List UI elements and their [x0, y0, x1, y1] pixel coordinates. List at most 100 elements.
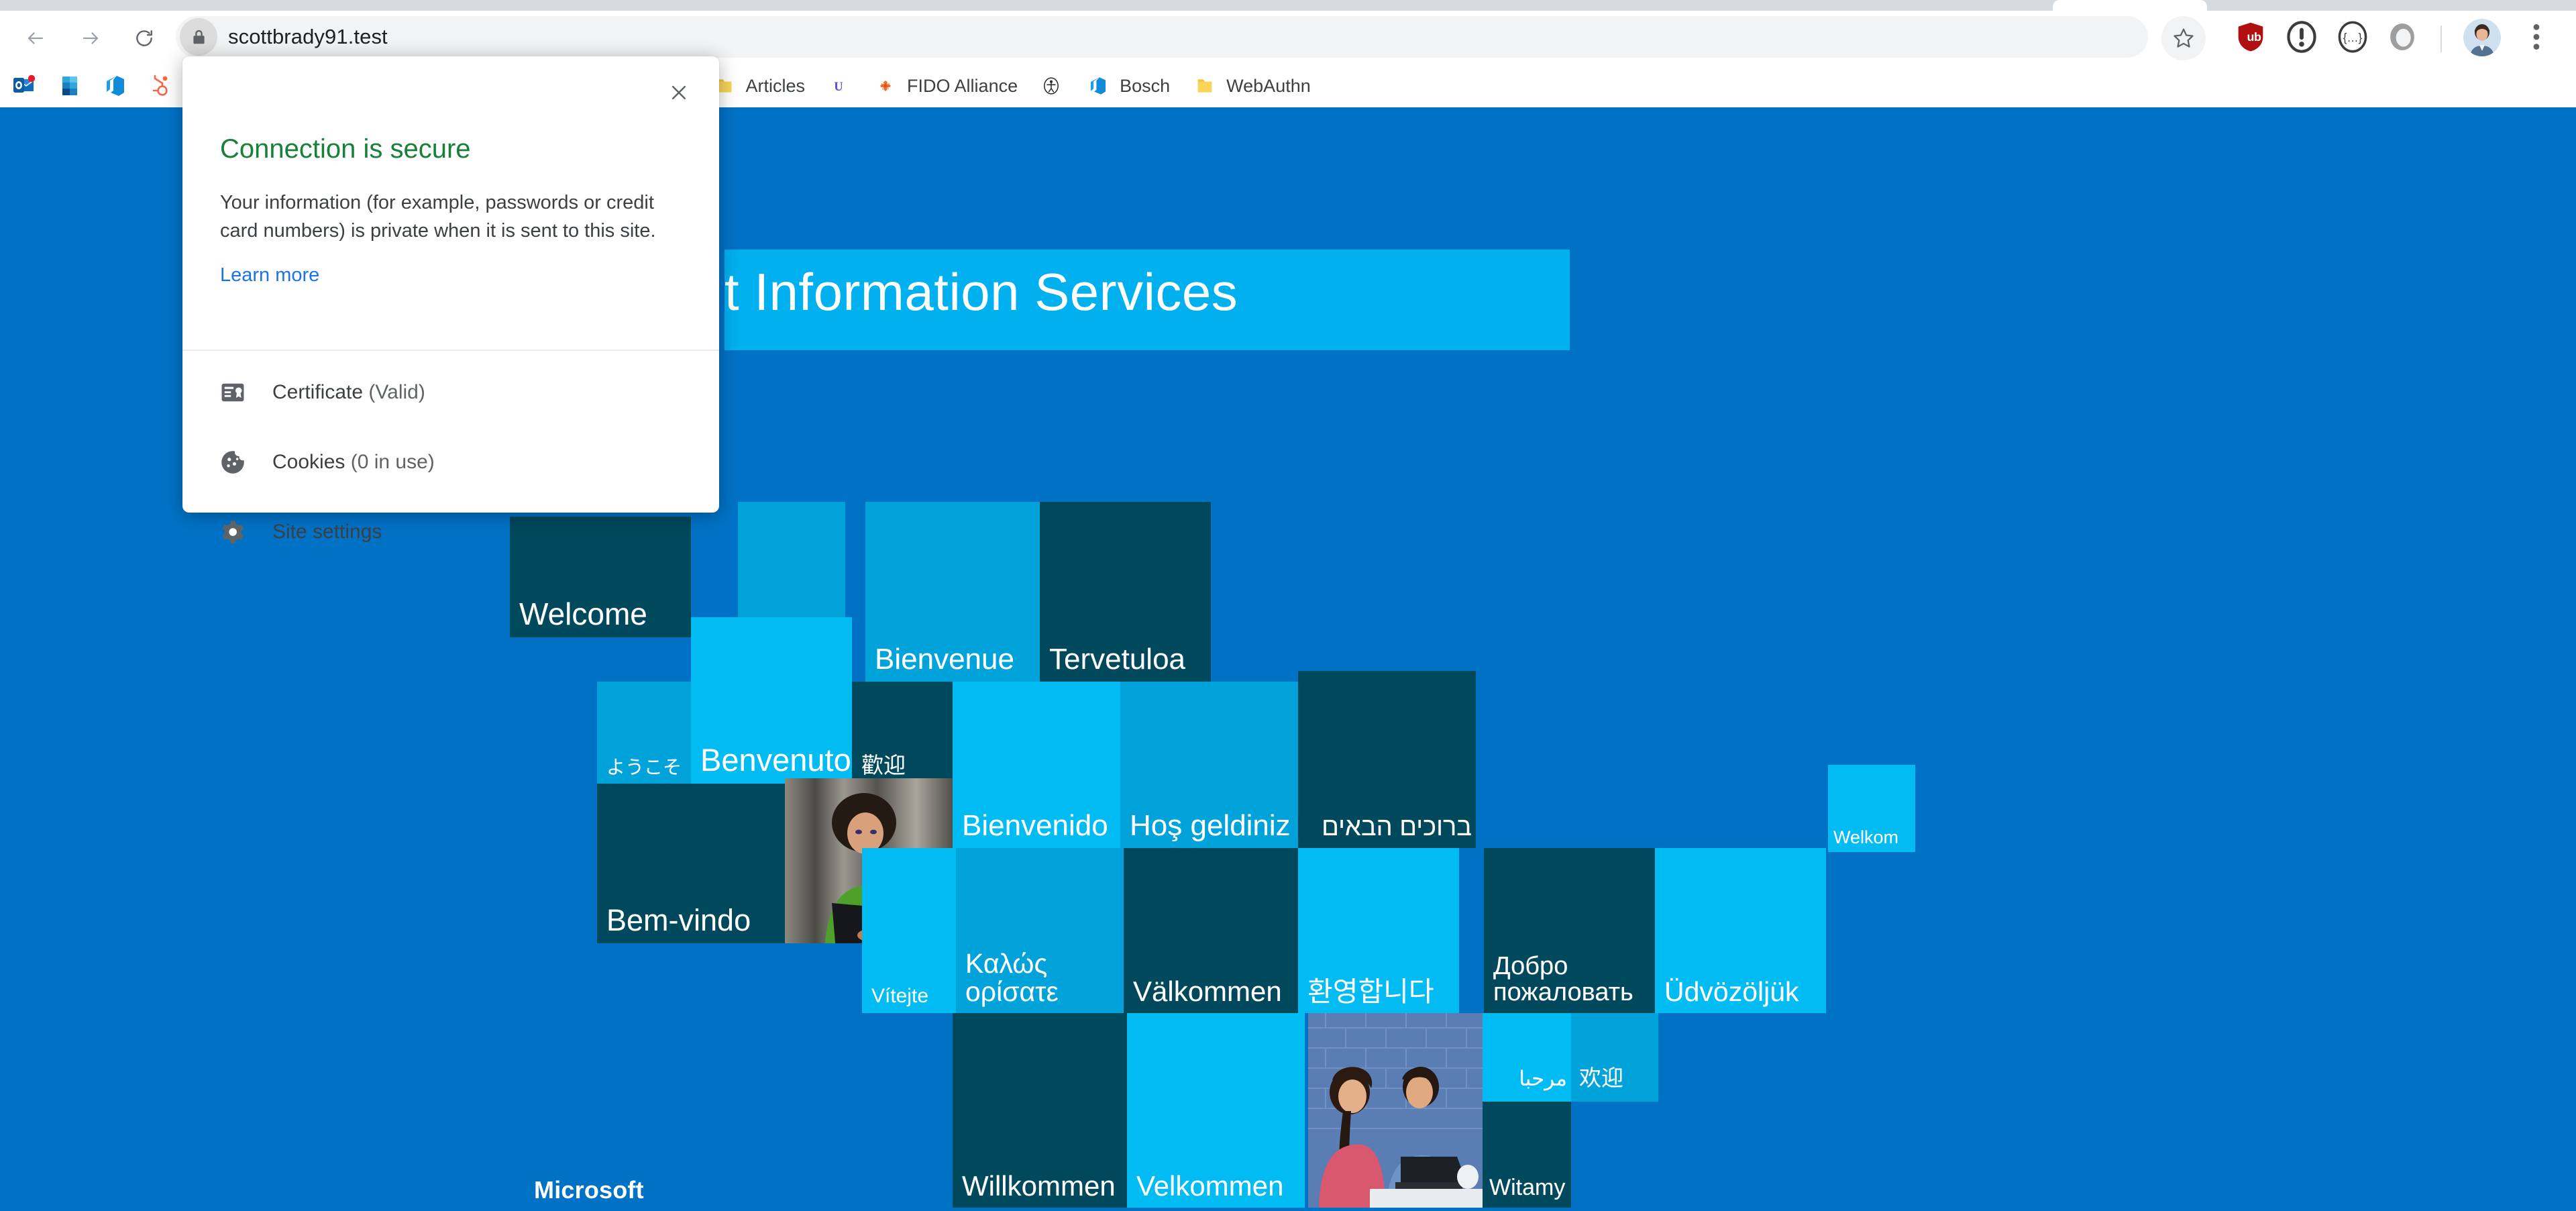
chrome-menu-button[interactable] — [2520, 20, 2553, 54]
arrow-right-icon — [83, 32, 99, 44]
tile-label: Добро пожаловать — [1493, 951, 1633, 1007]
extension-button[interactable] — [2385, 20, 2419, 54]
lock-icon — [193, 30, 205, 44]
tile-chinese-traditional[interactable]: 歡迎 — [852, 682, 953, 784]
url-text: scottbrady91.test — [228, 25, 388, 48]
tile-hungarian[interactable]: Üdvözöljük — [1655, 848, 1826, 1013]
page-banner: t Information Services — [724, 250, 1570, 350]
cookies-row[interactable]: Cookies (0 in use) — [182, 433, 719, 491]
tile-hos-geldiniz[interactable]: Hoş geldiniz — [1120, 682, 1298, 848]
toolbar-divider — [2440, 25, 2442, 52]
tile-label: Bienvenue — [875, 643, 1014, 676]
close-icon — [672, 86, 686, 99]
circle-person-icon — [1038, 72, 1065, 99]
tile-bienvenido[interactable]: Bienvenido — [953, 682, 1120, 848]
tile-label: Üdvözöljük — [1664, 976, 1799, 1008]
tile-benvenuto[interactable]: Benvenuto — [691, 617, 852, 784]
ublock-origin-extension-icon: u b — [2238, 22, 2263, 52]
tile-label: مرحبا — [1519, 1066, 1567, 1090]
certificate-row[interactable]: Certificate (Valid) — [182, 364, 719, 421]
tile-label: Bem-vindo — [606, 903, 751, 938]
bookmark-fido-alliance[interactable]: FIDO Alliance — [863, 67, 1027, 105]
tile-bg — [1211, 502, 1385, 682]
bookmark-label: FIDO Alliance — [907, 75, 1018, 96]
tile-label: Hoş geldiniz — [1130, 809, 1291, 843]
tile-arabic[interactable]: مرحبا — [1483, 1013, 1571, 1102]
1password-extension-button[interactable] — [2285, 20, 2318, 54]
bookmark-office[interactable] — [48, 67, 91, 105]
tile-label: Bienvenido — [962, 809, 1108, 843]
bookmark-circle-person[interactable] — [1030, 67, 1073, 105]
tile-greek[interactable]: Καλώς ορίσατε — [956, 848, 1124, 1013]
tile-label: Witamy — [1489, 1174, 1566, 1200]
microsoft-wordmark: Microsoft — [534, 1176, 644, 1204]
active-tab[interactable] — [2053, 0, 2207, 11]
welcome-photo-two-students — [1308, 1013, 1483, 1208]
back-button[interactable] — [20, 23, 51, 54]
certificate-text: Certificate — [272, 381, 364, 403]
cookie-icon — [219, 448, 247, 476]
chrome-menu-icon — [2533, 24, 2540, 50]
tile-label: Tervetuloa — [1049, 643, 1186, 676]
tile-bienvenue[interactable]: Bienvenue — [865, 502, 1040, 682]
tile-russian[interactable]: Добро пожаловать — [1484, 848, 1655, 1013]
tile-valkommen[interactable]: Välkommen — [1124, 848, 1298, 1013]
browser-window: scottbrady91.test u b {…} Articles U FID… — [0, 0, 2576, 1211]
learn-more-link[interactable]: Learn more — [220, 264, 319, 286]
svg-text:U: U — [834, 80, 843, 94]
site-security-lock-button[interactable] — [180, 18, 217, 56]
bookmark-label: Bosch — [1120, 75, 1171, 96]
tile-bg — [1476, 671, 1630, 848]
avatar-image — [2463, 19, 2501, 56]
json-viewer-extension-icon: {…} — [2338, 21, 2367, 53]
bookmark-bosch[interactable]: Bosch — [1075, 67, 1179, 105]
tile-label: Willkommen — [962, 1170, 1116, 1202]
bookmark-azure-devops[interactable] — [94, 67, 137, 105]
tile-label: Καλώς ορίσατε — [965, 947, 1059, 1008]
cookies-text: Cookies — [272, 451, 345, 473]
certificate-label: Certificate (Valid) — [272, 381, 425, 404]
bookmark-label: Articles — [745, 75, 806, 96]
page-title: t Information Services — [724, 262, 1238, 321]
bookmark-star-button[interactable] — [2161, 16, 2206, 60]
certificate-icon — [219, 378, 247, 407]
star-icon — [2174, 28, 2194, 48]
close-button[interactable] — [661, 75, 696, 110]
ublock-origin-extension-button[interactable]: u b — [2234, 20, 2267, 54]
tab-strip — [0, 0, 2576, 11]
tile-welkom[interactable]: Welkom — [1828, 765, 1915, 852]
tile-japanese[interactable]: ようこそ — [597, 682, 691, 784]
tile-vitejte[interactable]: Vítejte — [862, 848, 956, 1013]
json-viewer-extension-button[interactable]: {…} — [2336, 20, 2369, 54]
bookmark-hubspot[interactable] — [140, 67, 182, 105]
cookies-label: Cookies (0 in use) — [272, 451, 435, 474]
popup-title: Connection is secure — [220, 134, 471, 164]
forward-button[interactable] — [75, 23, 106, 54]
cookies-count: (0 in use) — [350, 451, 435, 473]
bookmark-webauthn[interactable]: WebAuthn — [1182, 67, 1320, 105]
reload-button[interactable] — [129, 23, 160, 54]
site-security-popup: Connection is secure Your information (f… — [182, 56, 719, 543]
address-bar[interactable]: scottbrady91.test — [176, 16, 2148, 58]
tile-label: 欢迎 — [1579, 1065, 1623, 1090]
site-settings-label: Site settings — [272, 521, 382, 543]
outlook-icon — [11, 72, 38, 99]
tile-witamy[interactable]: Witamy — [1483, 1102, 1571, 1208]
tile-label: Welkom — [1833, 827, 1899, 847]
popup-divider — [182, 350, 719, 351]
tile-korean[interactable]: 환영합니다 — [1298, 848, 1459, 1013]
profile-avatar[interactable] — [2463, 19, 2501, 56]
bookmark-outlook[interactable] — [3, 67, 46, 105]
site-settings-row[interactable]: Site settings — [182, 503, 719, 561]
tile-willkommen[interactable]: Willkommen — [953, 1013, 1127, 1208]
tile-chinese-simplified[interactable]: 欢迎 — [1571, 1013, 1658, 1102]
tile-label: Benvenuto — [700, 742, 851, 778]
tile-velkommen[interactable]: Velkommen — [1127, 1013, 1305, 1208]
svg-text:u: u — [2247, 30, 2255, 44]
tile-tervetuloa[interactable]: Tervetuloa — [1040, 502, 1211, 682]
tile-bem-vindo[interactable]: Bem-vindo — [597, 784, 785, 943]
bookmark-u-letter[interactable]: U — [817, 67, 860, 105]
tile-hebrew[interactable]: ברוכים הבאים — [1298, 671, 1476, 848]
tile-label: 歡迎 — [861, 752, 906, 778]
svg-text:b: b — [2254, 30, 2261, 44]
